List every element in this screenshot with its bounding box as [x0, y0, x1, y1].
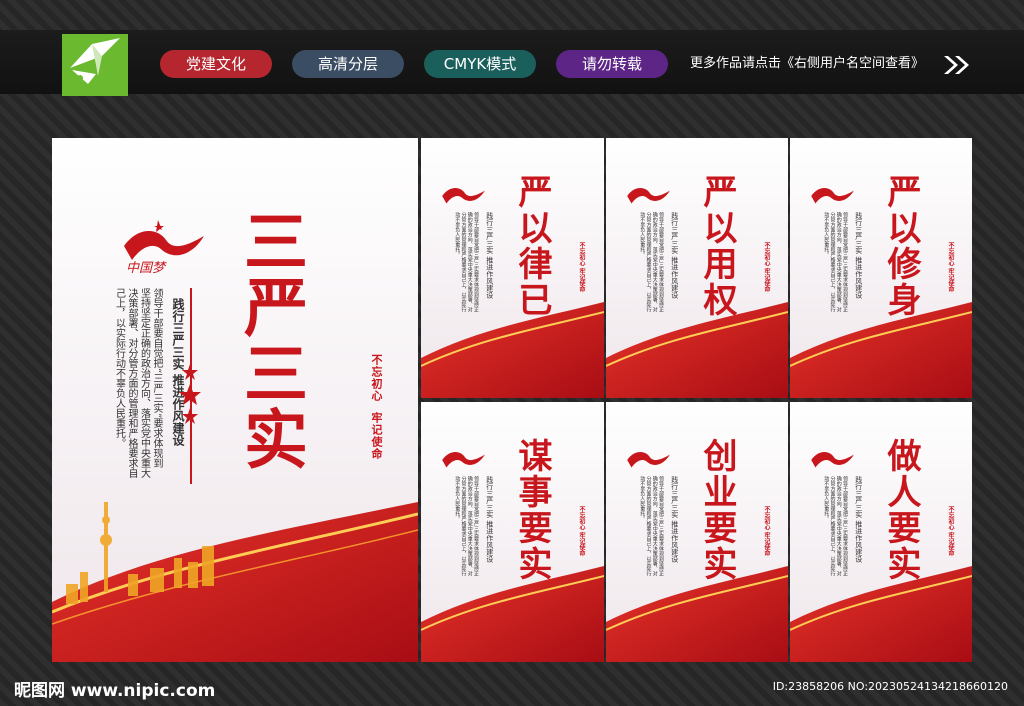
main-poster: 中国梦 不忘初心 牢记使命 三严三实 践行三严三实 推进作风建设 领导干部要自觉…: [52, 138, 418, 662]
poster-seal: 不忘初心 牢记使命: [763, 506, 770, 557]
seal-text-1: 不忘初心: [370, 354, 383, 402]
poster-title: 做人要实: [881, 438, 921, 582]
poster-subtitle: 践行三严三实 推进作风建设: [485, 212, 494, 299]
seal-text-2: 牢记使命: [370, 412, 383, 460]
china-dream-logo: [624, 180, 672, 216]
poster-seal: 不忘初心 牢记使命: [578, 506, 585, 557]
main-title: 三严三实: [233, 208, 308, 472]
poster-seal: 不忘初心 牢记使命: [947, 506, 954, 557]
poster-subtitle: 践行三严三实 推进作风建设: [854, 476, 863, 563]
poster-strict-cultivation: 严以修身 践行三严三实 推进作风建设 领导干部要自觉把三严三实要求体现到坚持正确…: [790, 138, 972, 398]
tag-party-culture[interactable]: 党建文化: [160, 50, 272, 78]
poster-subtitle: 践行三严三实 推进作风建设: [854, 212, 863, 299]
svg-text:中国梦: 中国梦: [126, 261, 167, 276]
china-dream-logo: [439, 180, 487, 216]
poster-body: 领导干部要自觉把三严三实要求体现到坚持正确的政治方向、落实党中央重大决策部署、对…: [823, 212, 848, 312]
tag-hd-layers[interactable]: 高清分层: [292, 50, 404, 78]
double-arrow-icon[interactable]: [942, 54, 972, 80]
poster-title: 严以用权: [697, 174, 737, 318]
poster-strict-self: 严以律已 践行三严三实 推进作风建设 领导干部要自觉把三严三实要求体现到坚持正确…: [421, 138, 604, 398]
poster-person-practical: 做人要实 践行三严三实 推进作风建设 领导干部要自觉把三严三实要求体现到坚持正确…: [790, 402, 972, 662]
main-body-text: 领导干部要自觉把“三严三实”要求体现到坚持坚定正确的政治方向、落实党中央重大决策…: [113, 288, 163, 478]
china-dream-logo: 中国梦: [118, 216, 208, 280]
poster-title: 严以修身: [881, 174, 921, 318]
poster-body: 领导干部要自觉把三严三实要求体现到坚持正确的政治方向、落实党中央重大决策部署、对…: [823, 476, 848, 576]
china-dream-logo: [439, 444, 487, 480]
poster-title: 谋事要实: [512, 438, 552, 582]
red-wave: [52, 502, 418, 662]
poster-body: 领导干部要自觉把三严三实要求体现到坚持正确的政治方向、落实党中央重大决策部署、对…: [639, 212, 664, 312]
poster-strict-power: 严以用权 践行三严三实 推进作风建设 领导干部要自觉把三严三实要求体现到坚持正确…: [606, 138, 788, 398]
china-dream-logo: [624, 444, 672, 480]
poster-body: 领导干部要自觉把三严三实要求体现到坚持正确的政治方向、落实党中央重大决策部署、对…: [454, 212, 479, 312]
poster-subtitle: 践行三严三实 推进作风建设: [670, 476, 679, 563]
poster-seal: 不忘初心 牢记使命: [763, 242, 770, 293]
poster-subtitle: 践行三严三实 推进作风建设: [485, 476, 494, 563]
tag-no-repost[interactable]: 请勿转载: [556, 50, 668, 78]
poster-work-practical: 创业要实 践行三严三实 推进作风建设 领导干部要自觉把三严三实要求体现到坚持正确…: [606, 402, 788, 662]
poster-body: 领导干部要自觉把三严三实要求体现到坚持正确的政治方向、落实党中央重大决策部署、对…: [454, 476, 479, 576]
china-dream-logo: [808, 180, 856, 216]
poster-title: 严以律已: [512, 174, 552, 318]
poster-seal: 不忘初心 牢记使命: [578, 242, 585, 293]
poster-body: 领导干部要自觉把三严三实要求体现到坚持正确的政治方向、落实党中央重大决策部署、对…: [639, 476, 664, 576]
site-watermark: 昵图网 www.nipic.com: [14, 681, 216, 701]
china-dream-logo: [808, 444, 856, 480]
stars-icon: [179, 364, 201, 424]
poster-seal: 不忘初心 牢记使命: [947, 242, 954, 293]
poster-plan-practical: 谋事要实 践行三严三实 推进作风建设 领导干部要自觉把三严三实要求体现到坚持正确…: [421, 402, 604, 662]
logo-icon: [62, 34, 128, 96]
image-id: ID:23858206 NO:20230524134218660120: [772, 680, 1008, 693]
poster-subtitle: 践行三严三实 推进作风建设: [670, 212, 679, 299]
tag-cmyk[interactable]: CMYK模式: [424, 50, 536, 78]
notice-text: 更多作品请点击《右侧用户名空间查看》: [690, 56, 925, 71]
poster-title: 创业要实: [697, 438, 737, 582]
